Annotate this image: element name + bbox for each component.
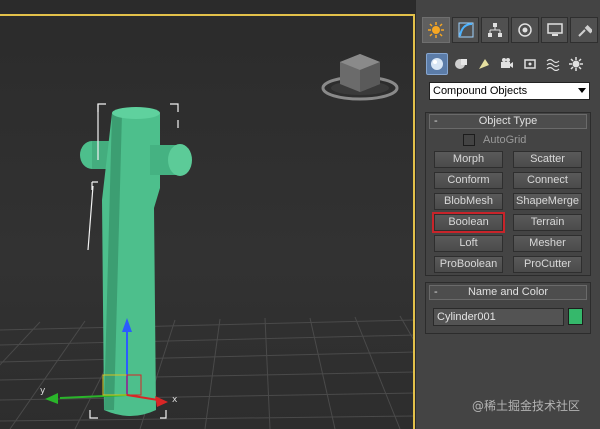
home-grid bbox=[0, 315, 415, 429]
tape-helper-icon bbox=[524, 59, 536, 69]
hammer-icon bbox=[578, 25, 593, 37]
category-systems[interactable] bbox=[566, 54, 586, 74]
shapes-icon bbox=[455, 59, 467, 69]
object-type-title: Object Type bbox=[478, 115, 538, 127]
viewport-scene[interactable]: y x bbox=[0, 0, 415, 429]
x-axis-label: x bbox=[172, 395, 178, 405]
conform-button[interactable]: Conform bbox=[434, 172, 503, 189]
name-and-color-title: Name and Color bbox=[467, 286, 549, 298]
mesher-button[interactable]: Mesher bbox=[513, 235, 582, 252]
shapemerge-button[interactable]: ShapeMerge bbox=[513, 193, 582, 210]
category-cameras[interactable] bbox=[497, 54, 517, 74]
viewcube[interactable] bbox=[321, 54, 399, 101]
tab-display[interactable] bbox=[540, 17, 569, 43]
blobmesh-button[interactable]: BlobMesh bbox=[434, 193, 503, 210]
connect-button[interactable]: Connect bbox=[513, 172, 582, 189]
autogrid-row: AutoGrid bbox=[463, 134, 526, 146]
cylinder-top-cap bbox=[112, 107, 160, 119]
object-color-swatch[interactable] bbox=[568, 308, 583, 325]
tab-motion[interactable] bbox=[511, 17, 539, 43]
tab-modify[interactable] bbox=[451, 17, 480, 43]
object-name-field[interactable]: Cylinder001 bbox=[433, 308, 564, 326]
name-and-color-rollout-header[interactable]: - Name and Color bbox=[429, 285, 587, 300]
morph-button[interactable]: Morph bbox=[434, 151, 503, 168]
category-helpers[interactable] bbox=[520, 54, 540, 74]
create-category-bar bbox=[426, 52, 596, 76]
y-axis-arrow[interactable] bbox=[45, 393, 58, 404]
tab-create[interactable] bbox=[422, 17, 450, 43]
category-shapes[interactable] bbox=[451, 54, 471, 74]
collapse-icon[interactable]: - bbox=[434, 286, 438, 299]
light-icon bbox=[479, 59, 489, 69]
procutter-button[interactable]: ProCutter bbox=[513, 256, 582, 273]
watermark: @稀土掘金技术社区 bbox=[472, 399, 581, 413]
active-viewport-border-top bbox=[0, 14, 415, 16]
boolean-button[interactable]: Boolean bbox=[432, 212, 505, 233]
gear-icon bbox=[569, 57, 583, 71]
motion-target-icon bbox=[518, 23, 532, 37]
terrain-button[interactable]: Terrain bbox=[513, 214, 582, 231]
category-space-warps[interactable] bbox=[543, 54, 563, 74]
tab-hierarchy[interactable] bbox=[481, 17, 510, 43]
cylinder-object[interactable] bbox=[80, 103, 192, 419]
category-dropdown[interactable]: Compound Objects bbox=[429, 82, 590, 100]
sphere-icon bbox=[431, 58, 443, 70]
category-geometry[interactable] bbox=[426, 53, 448, 75]
autogrid-checkbox[interactable] bbox=[463, 134, 475, 146]
scatter-button[interactable]: Scatter bbox=[513, 151, 582, 168]
wave-icon bbox=[546, 58, 560, 71]
autogrid-label: AutoGrid bbox=[483, 134, 527, 146]
chevron-down-icon[interactable] bbox=[578, 88, 586, 93]
camera-icon bbox=[501, 58, 513, 68]
monitor-icon bbox=[546, 23, 563, 36]
right-arm-end-cap bbox=[168, 144, 192, 176]
collapse-icon[interactable]: - bbox=[434, 115, 438, 128]
tab-utilities[interactable] bbox=[570, 17, 599, 43]
proboolean-button[interactable]: ProBoolean bbox=[434, 256, 503, 273]
perspective-viewport[interactable]: y x bbox=[0, 0, 415, 429]
sun-star-icon bbox=[427, 22, 444, 38]
hierarchy-tree-icon bbox=[488, 23, 503, 37]
category-dropdown-value: Compound Objects bbox=[433, 85, 528, 97]
command-panel-tabs bbox=[422, 17, 599, 43]
y-axis-label: y bbox=[40, 386, 46, 396]
category-lights[interactable] bbox=[474, 54, 494, 74]
loft-button[interactable]: Loft bbox=[434, 235, 503, 252]
curve-arc-icon bbox=[458, 22, 473, 38]
object-type-rollout-header[interactable]: - Object Type bbox=[429, 114, 587, 129]
